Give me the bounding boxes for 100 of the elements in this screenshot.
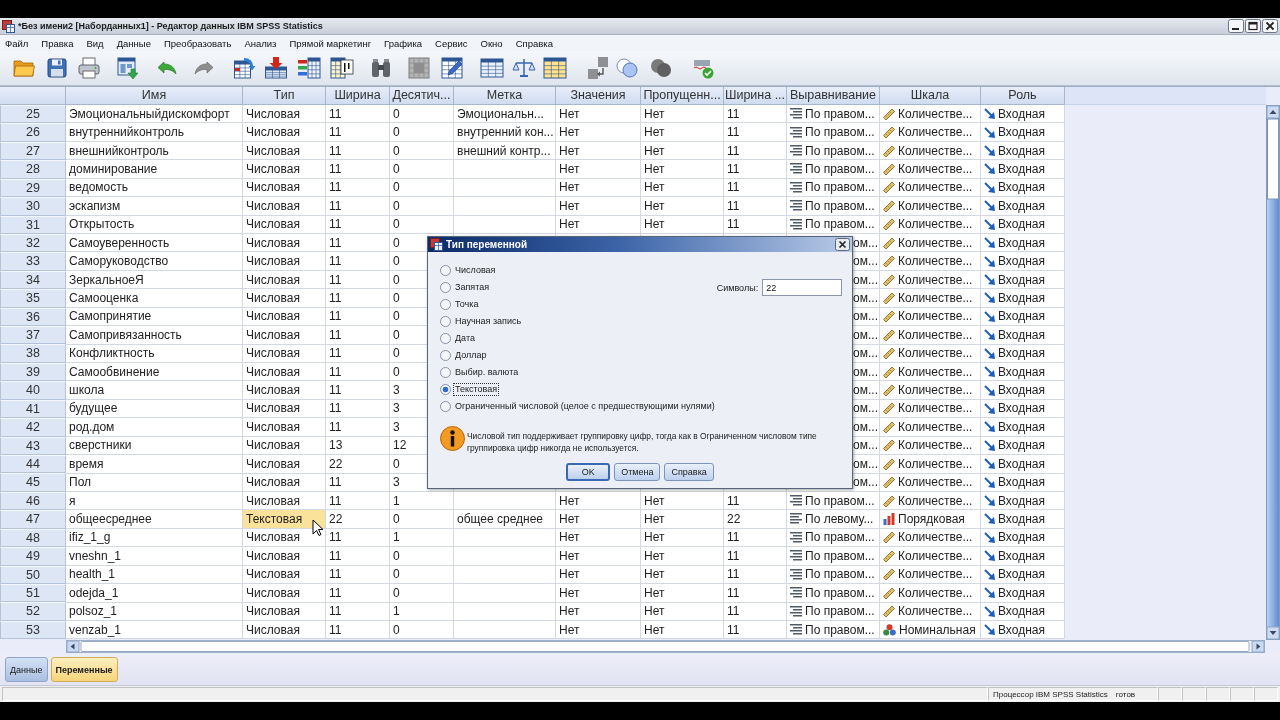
row-number[interactable]: 45 — [0, 473, 66, 492]
radio-label[interactable]: Доллар — [453, 349, 489, 362]
radio-icon[interactable] — [440, 316, 451, 327]
dialog-button[interactable]: Справка — [664, 463, 714, 481]
menu-item[interactable]: Файл — [2, 37, 32, 49]
radio-label[interactable]: Дата — [453, 332, 477, 345]
vertical-scrollbar[interactable] — [1266, 105, 1280, 640]
scales-icon[interactable] — [512, 56, 536, 80]
menu-item[interactable]: Данные — [113, 37, 154, 49]
variable-type[interactable]: Числовая — [243, 381, 326, 400]
variable-type[interactable]: Числовая — [243, 491, 326, 511]
row-number[interactable]: 33 — [0, 252, 66, 271]
row-number[interactable]: 52 — [0, 602, 66, 621]
variable-type[interactable]: Числовая — [243, 307, 326, 327]
variable-type[interactable]: Числовая — [243, 197, 326, 216]
radio-label[interactable]: Ограниченный числовой (целое с предшествующими нулями) — [453, 400, 717, 413]
variable-type[interactable]: Числовая — [243, 141, 326, 161]
close-button[interactable] — [1262, 19, 1278, 33]
menu-item[interactable]: Сервис — [432, 37, 471, 49]
row-number[interactable]: 38 — [0, 344, 66, 363]
minimize-button[interactable] — [1228, 19, 1244, 33]
variable-type[interactable]: Числовая — [243, 565, 326, 584]
variable-type[interactable]: Числовая — [243, 399, 326, 419]
tab[interactable]: Данные — [5, 657, 48, 682]
menu-item[interactable]: Окно — [477, 37, 506, 49]
radio-icon[interactable] — [440, 384, 451, 395]
variable-type[interactable]: Числовая — [243, 455, 326, 474]
row-number[interactable]: 49 — [0, 547, 66, 566]
variable-type[interactable]: Числовая — [243, 270, 326, 290]
row-number[interactable]: 30 — [0, 197, 66, 216]
row-number[interactable]: 25 — [0, 105, 66, 124]
row-number[interactable]: 40 — [0, 381, 66, 400]
overlapping-circles-icon[interactable] — [615, 56, 639, 80]
variable-type[interactable]: Числовая — [243, 583, 326, 603]
variable-type[interactable]: Числовая — [243, 215, 326, 234]
stacked-circles-icon[interactable] — [649, 56, 673, 80]
variable-type[interactable]: Числовая — [243, 473, 326, 492]
floppy-icon[interactable] — [45, 56, 69, 80]
menu-item[interactable]: Правка — [38, 37, 77, 49]
dialog-button[interactable]: Отмена — [614, 463, 661, 481]
variable-type[interactable]: Числовая — [243, 602, 326, 621]
highlighted-grid-icon[interactable] — [543, 56, 567, 80]
radio-icon[interactable] — [440, 282, 451, 293]
variable-type[interactable]: Числовая — [243, 362, 326, 382]
tab[interactable]: Переменные — [50, 657, 118, 682]
menu-item[interactable]: Графика — [381, 37, 426, 49]
row-number[interactable]: 35 — [0, 289, 66, 308]
row-number[interactable]: 28 — [0, 160, 66, 179]
maximize-button[interactable] — [1245, 19, 1261, 33]
variable-type[interactable]: Числовая — [243, 123, 326, 142]
row-number[interactable]: 37 — [0, 326, 66, 345]
row-number[interactable]: 26 — [0, 123, 66, 142]
variable-type[interactable]: Числовая — [243, 105, 326, 124]
table-icon[interactable] — [480, 56, 504, 80]
radio-icon[interactable] — [440, 299, 451, 310]
radio-label[interactable]: Выбир. валюта — [453, 366, 521, 379]
row-number[interactable]: 47 — [0, 510, 66, 529]
colored-rows-icon[interactable] — [297, 56, 321, 80]
radio-label[interactable]: Запятая — [453, 281, 492, 294]
table-arrow-icon[interactable] — [233, 56, 257, 80]
grid-icon[interactable] — [407, 56, 431, 80]
variable-type[interactable]: Числовая — [243, 528, 326, 548]
symbols-field[interactable]: 22 — [762, 279, 843, 296]
binoculars-icon[interactable] — [369, 56, 393, 80]
table-pencil-icon[interactable] — [440, 56, 464, 80]
labels-swap-icon[interactable] — [586, 56, 610, 80]
dialog-button[interactable]: OK — [566, 463, 611, 481]
variable-type[interactable]: Числовая — [243, 620, 326, 640]
radio-icon[interactable] — [440, 333, 451, 344]
horizontal-scrollbar[interactable] — [66, 639, 1265, 653]
menu-item[interactable]: Анализ — [241, 37, 280, 49]
variable-type[interactable]: Числовая — [243, 160, 326, 179]
variable-type[interactable]: Числовая — [243, 289, 326, 308]
variable-type[interactable]: Числовая — [243, 547, 326, 566]
row-number[interactable]: 44 — [0, 455, 66, 474]
variable-type[interactable]: Числовая — [243, 418, 326, 437]
variable-type[interactable]: Числовая — [243, 233, 326, 253]
row-number[interactable]: 42 — [0, 418, 66, 437]
variable-type[interactable]: Числовая — [243, 252, 326, 271]
table-card-icon[interactable] — [330, 56, 354, 80]
radio-icon[interactable] — [440, 401, 451, 412]
menu-item[interactable]: Справка — [512, 37, 556, 49]
variable-type[interactable]: Числовая — [243, 178, 326, 198]
radio-icon[interactable] — [440, 265, 451, 276]
table-down-arrow-icon[interactable] — [264, 56, 288, 80]
variable-type[interactable]: Числовая — [243, 326, 326, 345]
variable-type[interactable]: Текстовая — [243, 510, 326, 529]
variable-type[interactable]: Числовая — [243, 436, 326, 455]
variable-type[interactable]: Числовая — [243, 344, 326, 363]
radio-label[interactable]: Числовая — [453, 264, 498, 277]
close-button[interactable] — [835, 238, 850, 251]
radio-label[interactable]: Научная запись — [453, 315, 524, 328]
window-arrow-icon[interactable] — [116, 56, 140, 80]
radio-label[interactable]: Точка — [453, 298, 481, 311]
radio-icon[interactable] — [440, 350, 451, 361]
menu-item[interactable]: Вид — [83, 37, 107, 49]
radio-icon[interactable] — [440, 367, 451, 378]
menu-item[interactable]: Преобразовать — [160, 37, 235, 49]
radio-label[interactable]: Текстовая — [453, 383, 500, 396]
printer-icon[interactable] — [77, 56, 101, 80]
